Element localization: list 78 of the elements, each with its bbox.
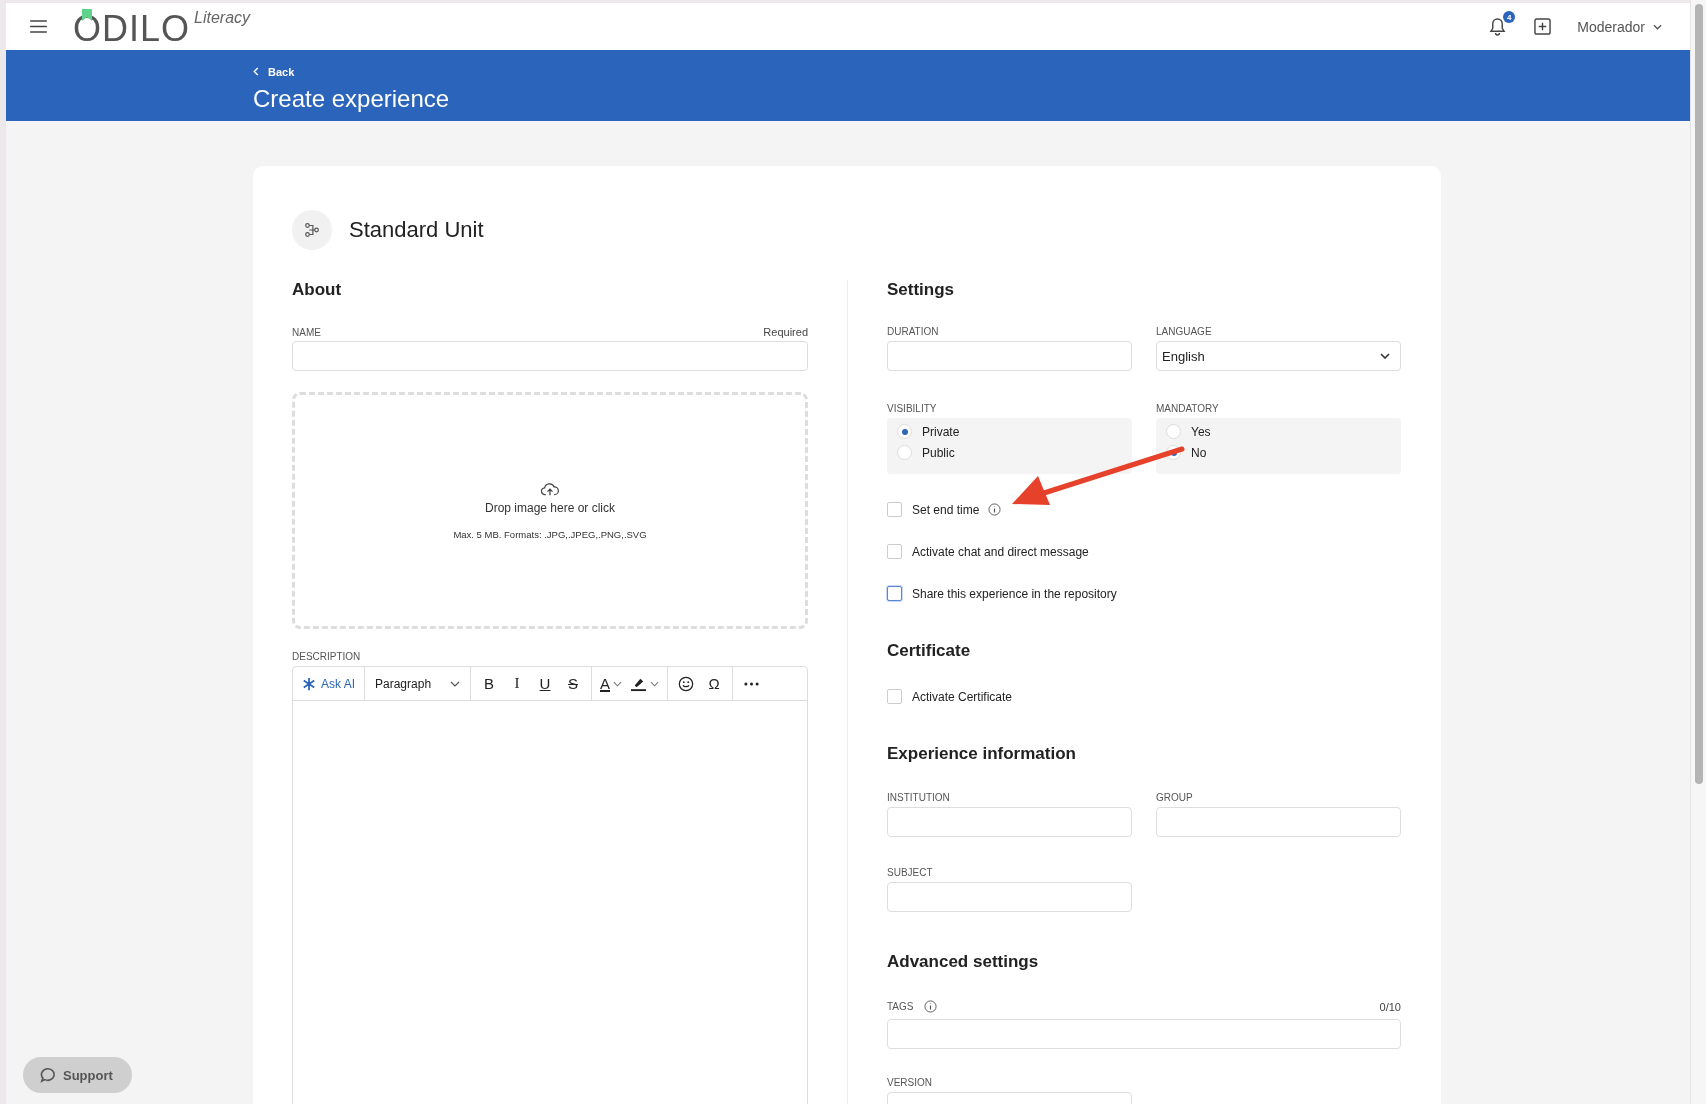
checkbox-label: Activate Certificate bbox=[912, 689, 1013, 704]
format-button[interactable]: B bbox=[477, 675, 501, 692]
required-hint: Required bbox=[763, 326, 808, 338]
chevron-down-icon bbox=[450, 680, 460, 687]
field-label: SUBJECT bbox=[887, 867, 934, 878]
chevron-down-icon bbox=[613, 680, 623, 687]
field-label: GROUP bbox=[1156, 792, 1194, 803]
back-link[interactable]: Back bbox=[253, 65, 295, 78]
dropzone-text: Drop image here or click bbox=[484, 500, 616, 515]
checkbox-label: Share this experience in the repository bbox=[912, 586, 1117, 601]
field-label: DURATION bbox=[887, 326, 940, 337]
name-field[interactable] bbox=[292, 341, 808, 371]
field-label: TAGS bbox=[887, 1001, 914, 1012]
section-heading: About bbox=[292, 280, 343, 300]
radio-label: Public bbox=[922, 445, 955, 460]
checkbox-label: Activate chat and direct message bbox=[912, 544, 1089, 559]
field-label: INSTITUTION bbox=[887, 792, 951, 803]
smiley-icon bbox=[678, 675, 695, 692]
language-dropdown[interactable]: English bbox=[1156, 341, 1401, 371]
radio-button[interactable] bbox=[897, 424, 912, 439]
field-label: LANGUAGE bbox=[1156, 326, 1213, 337]
add-icon[interactable] bbox=[1534, 18, 1552, 35]
sparkle-icon bbox=[302, 676, 316, 691]
section-heading: Certificate bbox=[887, 641, 972, 661]
logo-tagline: Literacy bbox=[194, 8, 251, 27]
info-icon[interactable] bbox=[924, 1000, 938, 1013]
text-field[interactable] bbox=[887, 882, 1132, 912]
checkbox[interactable] bbox=[887, 586, 902, 601]
field-label: NAME bbox=[292, 326, 321, 338]
section-heading: Experience information bbox=[887, 744, 1077, 764]
info-icon[interactable] bbox=[988, 503, 1002, 516]
dropzone-formats: Max. 5 MB. Formats: .JPG,.JPEG,.PNG,.SVG bbox=[453, 528, 647, 540]
image-dropzone[interactable]: Drop image here or click Max. 5 MB. Formats: .JPG,.JPEG,.PNG,.SVG bbox=[292, 392, 808, 629]
field-label: MANDATORY bbox=[1156, 403, 1220, 414]
user-menu[interactable]: Moderador bbox=[1577, 18, 1662, 35]
field-label: VISIBILITY bbox=[887, 403, 938, 414]
radio-label: Yes bbox=[1191, 424, 1211, 439]
checkbox[interactable] bbox=[887, 502, 902, 517]
checkbox[interactable] bbox=[887, 544, 902, 559]
chevron-down-icon bbox=[1653, 23, 1662, 30]
tag-count: 0/10 bbox=[1379, 1000, 1401, 1013]
format-button[interactable]: S bbox=[561, 675, 585, 692]
radio-label: Private bbox=[922, 424, 960, 439]
text-color-button[interactable]: A bbox=[598, 675, 625, 692]
menu-icon[interactable] bbox=[30, 20, 47, 33]
block-format-dropdown[interactable]: Paragraph bbox=[365, 667, 471, 700]
notification-badge: 4 bbox=[1503, 11, 1516, 23]
page-title: Create experience bbox=[253, 85, 451, 113]
rich-text-editor[interactable]: Ask AI Paragraph B I U S A Ω bbox=[292, 666, 808, 1104]
field-label: DESCRIPTION bbox=[292, 651, 362, 662]
chevron-down-icon bbox=[1380, 353, 1390, 359]
chevron-left-icon bbox=[253, 67, 259, 76]
format-button[interactable]: U bbox=[533, 675, 557, 692]
scrollbar[interactable] bbox=[1690, 0, 1706, 1104]
text-field[interactable] bbox=[887, 807, 1132, 837]
logo[interactable]: ODILO bbox=[73, 8, 191, 49]
unit-title: Standard Unit bbox=[349, 217, 484, 243]
field-label: VERSION bbox=[887, 1077, 933, 1088]
more-icon bbox=[743, 681, 759, 686]
section-heading: Settings bbox=[887, 280, 956, 300]
chevron-down-icon bbox=[650, 680, 660, 687]
radio-label: No bbox=[1191, 445, 1207, 460]
format-button[interactable]: I bbox=[505, 675, 529, 692]
cloud-upload-icon bbox=[540, 481, 560, 497]
special-character-button[interactable]: Ω bbox=[702, 675, 727, 692]
ask-ai-button[interactable]: Ask AI bbox=[293, 667, 365, 700]
unit-type-icon bbox=[292, 210, 332, 250]
checkbox-label: Set end time bbox=[912, 502, 980, 517]
duration-field[interactable] bbox=[887, 341, 1132, 371]
support-button[interactable]: Support bbox=[23, 1057, 132, 1093]
checkbox[interactable] bbox=[887, 689, 902, 704]
tags-field[interactable] bbox=[887, 1019, 1401, 1049]
radio-button[interactable] bbox=[1166, 424, 1181, 439]
text-field[interactable] bbox=[1156, 807, 1401, 837]
radio-button[interactable] bbox=[897, 445, 912, 460]
chat-bubble-icon bbox=[40, 1067, 56, 1083]
section-heading: Advanced settings bbox=[887, 952, 1040, 972]
notification-bell-icon[interactable] bbox=[1489, 17, 1507, 36]
